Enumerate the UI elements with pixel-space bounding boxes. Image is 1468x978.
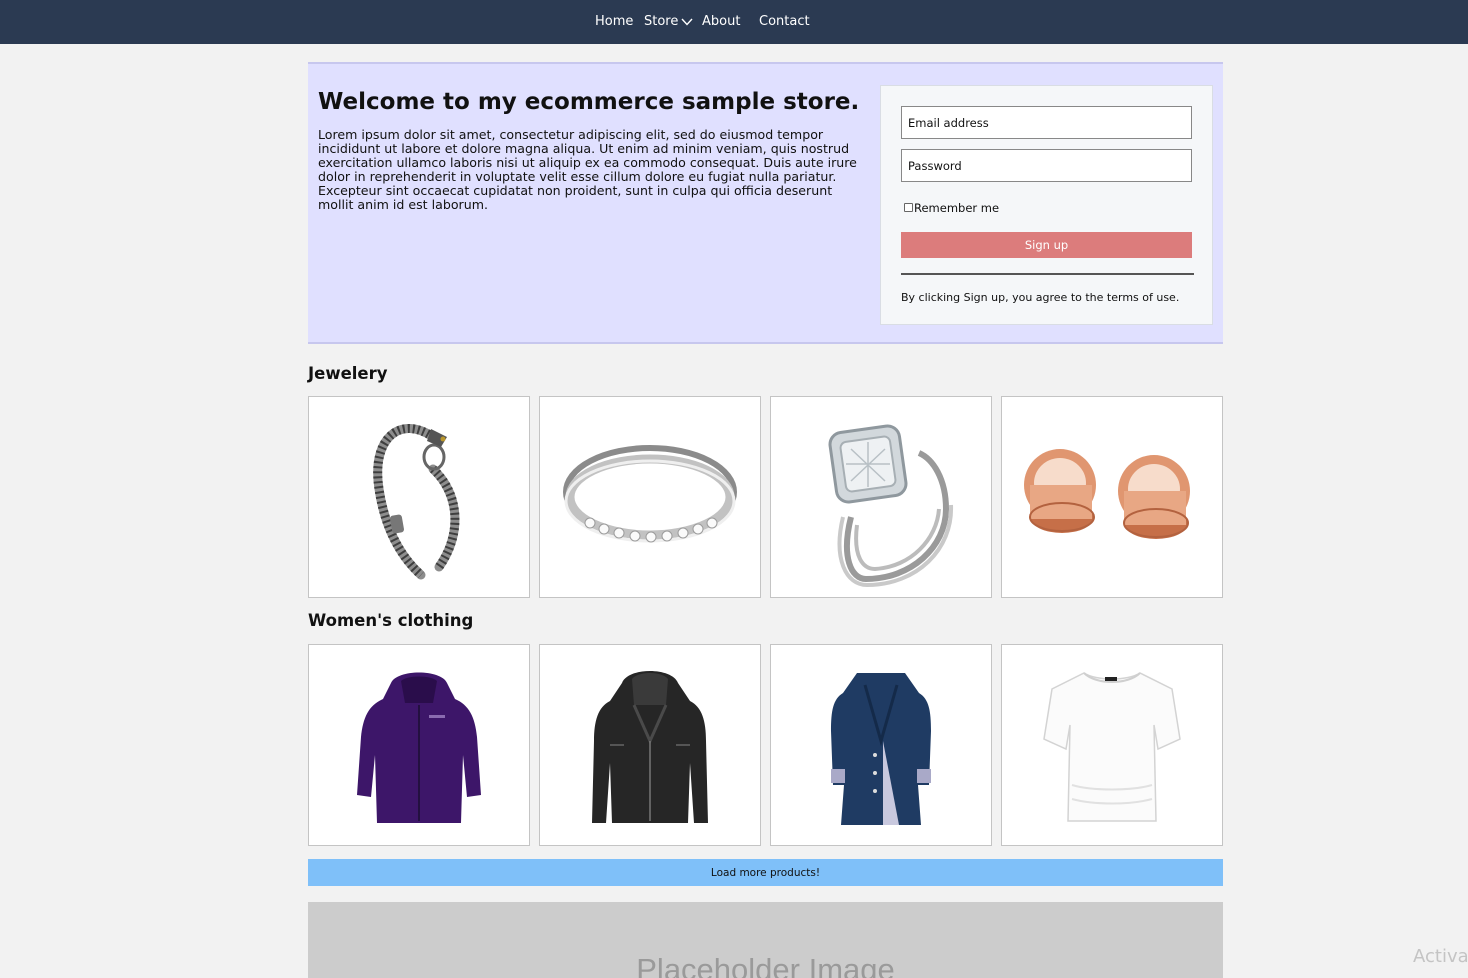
sign-up-button[interactable]: Sign up	[901, 232, 1192, 258]
nav-store-link[interactable]: Store	[644, 14, 678, 30]
section-title-jewelery: Jewelery	[308, 364, 388, 383]
hero-title: Welcome to my ecommerce sample store.	[318, 89, 860, 115]
placeholder-image: Placeholder Image	[308, 902, 1223, 978]
windows-activation-watermark: Activa	[1413, 946, 1468, 967]
white-tshirt-icon	[1043, 672, 1181, 822]
placeholder-label: Placeholder Image	[636, 952, 895, 978]
engagement-ring-set-icon	[828, 424, 954, 588]
product-card[interactable]	[1001, 644, 1223, 846]
hero-description: Lorem ipsum dolor sit amet, consectetur …	[318, 127, 857, 212]
product-card[interactable]	[308, 644, 530, 846]
navy-raincoat-icon	[831, 673, 931, 825]
terms-text: By clicking Sign up, you agree to the te…	[901, 291, 1180, 304]
product-card[interactable]	[770, 644, 992, 846]
diamond-band-ring-icon	[563, 445, 737, 543]
product-card[interactable]	[308, 396, 530, 598]
section-title-womens-clothing: Women's clothing	[308, 611, 474, 630]
remember-me-checkbox[interactable]	[904, 203, 913, 212]
nav-about-link[interactable]: About	[702, 14, 740, 30]
purple-jacket-icon	[357, 672, 481, 823]
hero-section: Welcome to my ecommerce sample store. Lo…	[308, 62, 1223, 344]
nav-home-link[interactable]: Home	[595, 14, 633, 30]
product-card[interactable]	[539, 396, 761, 598]
product-card[interactable]	[1001, 396, 1223, 598]
product-card[interactable]	[770, 396, 992, 598]
rose-gold-plugs-icon	[1024, 449, 1190, 539]
email-field[interactable]	[901, 106, 1192, 139]
password-field[interactable]	[901, 149, 1192, 182]
chain-bracelet-icon	[373, 424, 460, 580]
chevron-down-icon[interactable]	[681, 18, 693, 26]
black-leather-jacket-icon	[592, 671, 708, 823]
nav-contact-link[interactable]: Contact	[759, 14, 810, 30]
product-card[interactable]	[539, 644, 761, 846]
top-navbar: Home Store About Contact	[0, 0, 1468, 44]
remember-me-label: Remember me	[914, 201, 1000, 215]
signup-form: Remember me Sign up By clicking Sign up,…	[880, 85, 1213, 325]
load-more-button[interactable]: Load more products!	[308, 859, 1223, 886]
divider	[901, 273, 1194, 275]
